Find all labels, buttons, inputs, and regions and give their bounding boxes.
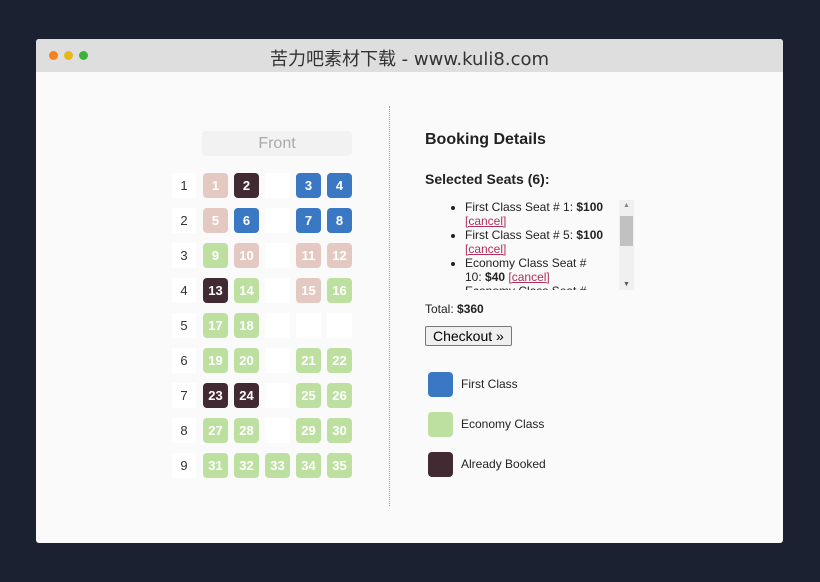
- seat-22[interactable]: 22: [327, 348, 352, 373]
- total-label: Total:: [425, 302, 458, 316]
- selected-seat-item: First Class Seat # 5: $100 [cancel]: [465, 228, 605, 256]
- seat-35[interactable]: 35: [327, 453, 352, 478]
- seat-20[interactable]: 20: [234, 348, 259, 373]
- row-label: 9: [172, 453, 196, 478]
- legend-swatch: [428, 412, 453, 437]
- seat-30[interactable]: 30: [327, 418, 352, 443]
- empty-space: [265, 278, 290, 303]
- seat-7[interactable]: 7: [296, 208, 321, 233]
- seat-5[interactable]: 5: [203, 208, 228, 233]
- seat-10[interactable]: 10: [234, 243, 259, 268]
- checkout-button[interactable]: Checkout »: [425, 326, 512, 346]
- scroll-up-icon[interactable]: ▲: [623, 202, 630, 209]
- row-label: 3: [172, 243, 196, 268]
- empty-space: [265, 208, 290, 233]
- seat-11[interactable]: 11: [296, 243, 321, 268]
- seat-13: 13: [203, 278, 228, 303]
- selected-seat-item: Economy Class Seat # 11: $40 [cancel]: [465, 284, 605, 290]
- seat-32[interactable]: 32: [234, 453, 259, 478]
- window-title: 苦力吧素材下载 - www.kuli8.com: [269, 49, 550, 70]
- seat-26[interactable]: 26: [327, 383, 352, 408]
- cancel-link[interactable]: [cancel]: [465, 214, 506, 228]
- row-label: 5: [172, 313, 196, 338]
- row-label: 2: [172, 208, 196, 233]
- seat-17[interactable]: 17: [203, 313, 228, 338]
- seat-9[interactable]: 9: [203, 243, 228, 268]
- seat-4[interactable]: 4: [327, 173, 352, 198]
- scrollbar[interactable]: ▲ ▼: [619, 200, 634, 290]
- empty-space: [265, 418, 290, 443]
- total: Total: $360: [425, 302, 484, 316]
- seat-19[interactable]: 19: [203, 348, 228, 373]
- seat-12[interactable]: 12: [327, 243, 352, 268]
- empty-space: [327, 313, 352, 338]
- seat-16[interactable]: 16: [327, 278, 352, 303]
- scrollbar-thumb[interactable]: [620, 216, 633, 246]
- seat-28[interactable]: 28: [234, 418, 259, 443]
- empty-space: [265, 313, 290, 338]
- empty-space: [296, 313, 321, 338]
- empty-space: [265, 383, 290, 408]
- seat-3[interactable]: 3: [296, 173, 321, 198]
- seat-29[interactable]: 29: [296, 418, 321, 443]
- empty-space: [265, 243, 290, 268]
- booking-title: Booking Details: [425, 131, 546, 148]
- empty-space: [265, 348, 290, 373]
- seat-33[interactable]: 33: [265, 453, 290, 478]
- seat-15[interactable]: 15: [296, 278, 321, 303]
- seat-18[interactable]: 18: [234, 313, 259, 338]
- booking-panel: Booking Details Selected Seats (6): Firs…: [425, 131, 725, 477]
- row-label: 6: [172, 348, 196, 373]
- legend-swatch: [428, 372, 453, 397]
- selected-seat-item: First Class Seat # 1: $100 [cancel]: [465, 200, 605, 228]
- seat-2: 2: [234, 173, 259, 198]
- seat-25[interactable]: 25: [296, 383, 321, 408]
- seat-6[interactable]: 6: [234, 208, 259, 233]
- front-label: Front: [202, 131, 352, 156]
- row-label: 4: [172, 278, 196, 303]
- selected-seats-heading: Selected Seats (6):: [425, 171, 550, 187]
- seat-23: 23: [203, 383, 228, 408]
- empty-space: [265, 173, 290, 198]
- seat-34[interactable]: 34: [296, 453, 321, 478]
- row-label: 7: [172, 383, 196, 408]
- seat-31[interactable]: 31: [203, 453, 228, 478]
- selected-seat-item: Economy Class Seat # 10: $40 [cancel]: [465, 256, 605, 284]
- legend-label: Economy Class: [461, 417, 545, 431]
- row-label: 1: [172, 173, 196, 198]
- title-bar: 苦力吧素材下载 - www.kuli8.com: [36, 39, 783, 72]
- seat-24: 24: [234, 383, 259, 408]
- row-label: 8: [172, 418, 196, 443]
- scroll-down-icon[interactable]: ▼: [623, 281, 630, 288]
- selected-seats-list: First Class Seat # 1: $100 [cancel]First…: [425, 200, 635, 290]
- cancel-link[interactable]: [cancel]: [465, 242, 506, 256]
- seat-27[interactable]: 27: [203, 418, 228, 443]
- seat-8[interactable]: 8: [327, 208, 352, 233]
- seat-14[interactable]: 14: [234, 278, 259, 303]
- divider: [389, 106, 390, 506]
- seat-1[interactable]: 1: [203, 173, 228, 198]
- legend-label: First Class: [461, 377, 518, 391]
- browser-window: 苦力吧素材下载 - www.kuli8.com Front 1123425678…: [36, 39, 783, 543]
- legend-label: Already Booked: [461, 457, 546, 471]
- cancel-link[interactable]: [cancel]: [508, 270, 549, 284]
- legend-swatch: [428, 452, 453, 477]
- seat-21[interactable]: 21: [296, 348, 321, 373]
- total-value: $360: [457, 302, 484, 316]
